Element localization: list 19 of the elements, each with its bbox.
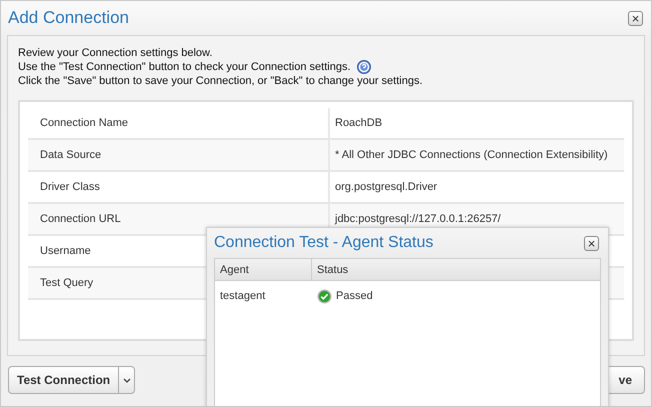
setting-value: jdbc:postgresql://127.0.0.1:26257/ xyxy=(334,212,502,227)
setting-label: Data Source xyxy=(28,140,330,170)
help-icon[interactable] xyxy=(356,60,370,74)
close-button[interactable]: × xyxy=(584,236,599,250)
test-connection-button[interactable]: Test Connection xyxy=(9,367,118,393)
instruction-text: Click the "Save" button to save your Connection, or "Back" to change your settings. xyxy=(18,74,423,88)
setting-label: Connection Name xyxy=(28,108,330,138)
setting-value: org.postgresql.Driver xyxy=(334,180,438,195)
caret-icon xyxy=(122,378,131,382)
setting-value: RoachDB xyxy=(334,116,384,131)
instruction-text: Use the "Test Connection" button to check your Connection settings. xyxy=(18,60,350,74)
setting-label: Driver Class xyxy=(28,172,330,202)
window-title: Add Connection xyxy=(8,8,129,28)
check-icon xyxy=(317,288,332,304)
close-button[interactable]: × xyxy=(628,10,643,26)
column-header: Agent xyxy=(215,259,312,280)
status-text: Passed xyxy=(336,290,373,302)
setting-value: * All Other JDBC Connections (Connection Extensibility) xyxy=(334,148,609,163)
instruction-text: Review your Connection settings below. xyxy=(18,46,212,60)
